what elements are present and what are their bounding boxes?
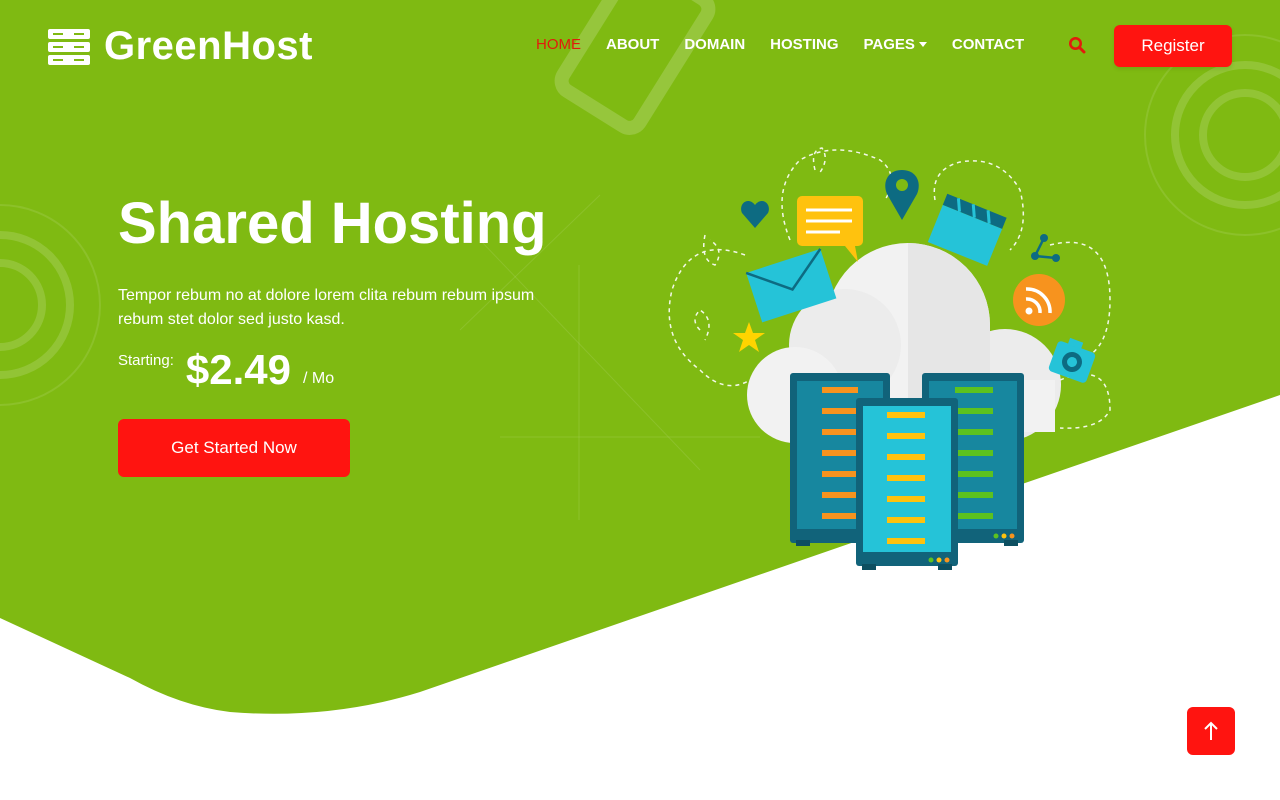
nav-home[interactable]: HOME	[536, 36, 581, 53]
star-icon	[733, 322, 765, 352]
back-to-top-button[interactable]	[1187, 707, 1235, 755]
map-pin-icon	[885, 170, 919, 220]
chevron-down-icon	[918, 42, 927, 47]
nav-pages[interactable]: PAGES	[864, 36, 927, 53]
chat-bubble-icon	[797, 196, 863, 262]
price-label: Starting:	[118, 352, 174, 369]
search-button[interactable]	[1068, 36, 1088, 56]
brand-name: GreenHost	[104, 24, 313, 68]
price-unit: / Mo	[302, 370, 335, 387]
main-nav: HOME ABOUT DOMAIN HOSTING PAGES CONTACT	[536, 36, 1049, 53]
nav-contact[interactable]: CONTACT	[952, 36, 1024, 53]
search-icon	[1069, 37, 1086, 54]
price-value: $2.49	[185, 346, 291, 393]
hero-description: Tempor rebum no at dolore lorem clita re…	[118, 287, 535, 328]
nav-about[interactable]: ABOUT	[606, 36, 659, 53]
register-button[interactable]: Register	[1114, 25, 1232, 67]
get-started-button[interactable]: Get Started Now	[118, 419, 350, 477]
nav-pages-label: PAGES	[863, 36, 915, 53]
hero-title: Shared Hosting	[118, 191, 547, 256]
price-block: Starting: $2.49 / Mo	[118, 348, 334, 392]
server-rack-center	[856, 398, 958, 570]
heart-icon	[741, 201, 769, 228]
arrow-up-icon	[1204, 721, 1218, 740]
nav-domain[interactable]: DOMAIN	[684, 36, 745, 53]
brand-logo[interactable]: GreenHost	[48, 24, 313, 69]
share-icon	[1031, 234, 1060, 262]
server-stack-icon	[48, 28, 90, 65]
nav-hosting[interactable]: HOSTING	[770, 36, 838, 53]
rss-icon	[1013, 274, 1065, 326]
cloud-server-illustration	[668, 147, 1111, 570]
